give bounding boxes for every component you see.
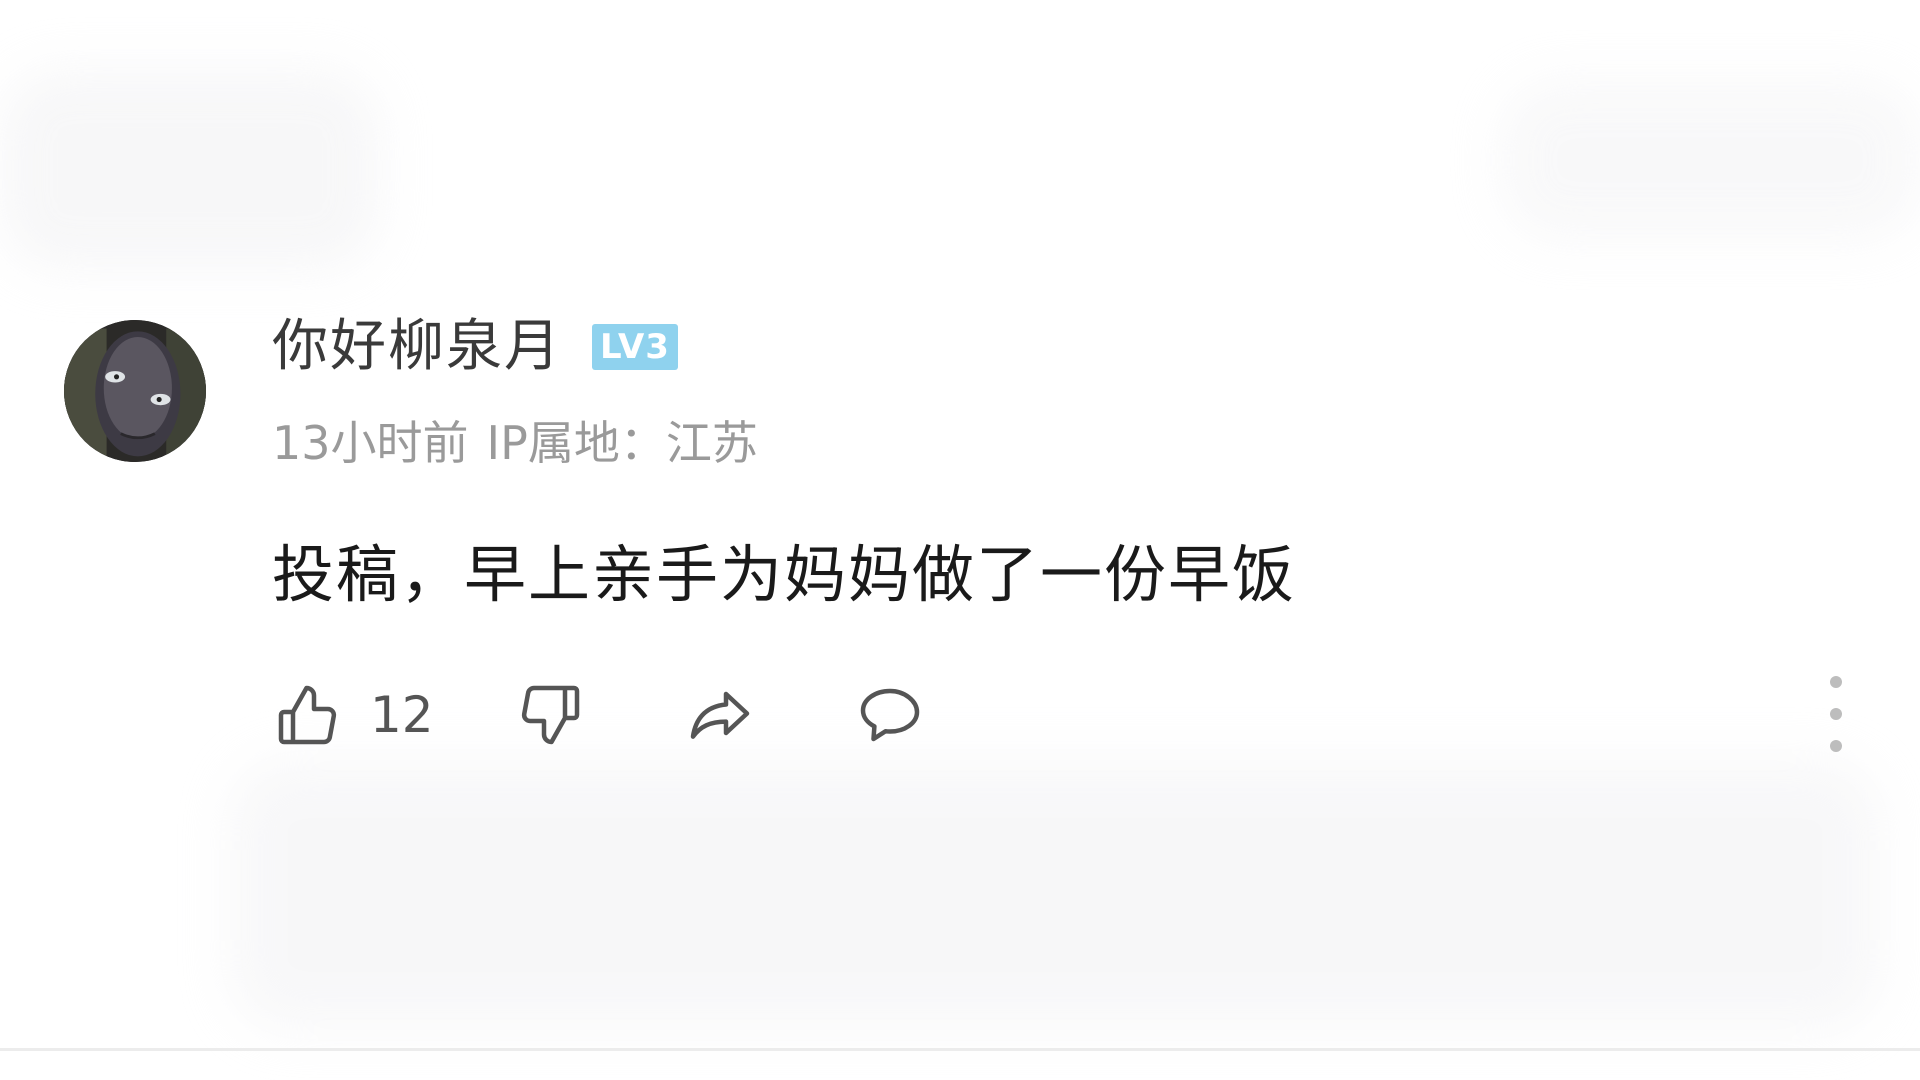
comment-meta: 13小时前 IP属地：江苏 [272,408,758,478]
avatar[interactable] [64,320,206,462]
more-options-button[interactable] [1818,676,1854,752]
comment-text: 投稿，早上亲手为妈妈做了一份早饭 [272,538,1297,611]
share-icon [690,691,750,739]
dislike-button[interactable] [514,679,586,751]
avatar-image [64,320,206,462]
like-button[interactable]: 12 [272,679,440,751]
thumbs-down-icon [521,685,580,745]
thumbs-up-icon [278,685,337,745]
comment-screen: 你好柳泉月 LV3 13小时前 IP属地：江苏 投稿，早上亲手为妈妈做了一份早饭 … [0,0,1920,1080]
username[interactable]: 你好柳泉月 [272,312,562,382]
comment-bubble-icon [860,688,920,742]
share-button[interactable] [682,679,758,751]
more-vertical-icon [1830,676,1842,688]
comment-actions: 12 [272,670,928,760]
level-badge: LV3 [592,324,678,370]
comment-header: 你好柳泉月 LV3 [272,312,678,382]
background-blur-shape [230,760,1880,1030]
background-blur-shape [1500,80,1920,240]
comment-time: 13小时前 [272,416,469,470]
reply-button[interactable] [852,679,928,751]
background-blur-shape [0,70,380,270]
divider [0,1048,1920,1051]
like-count: 12 [370,686,434,744]
ip-location: IP属地：江苏 [486,416,758,470]
